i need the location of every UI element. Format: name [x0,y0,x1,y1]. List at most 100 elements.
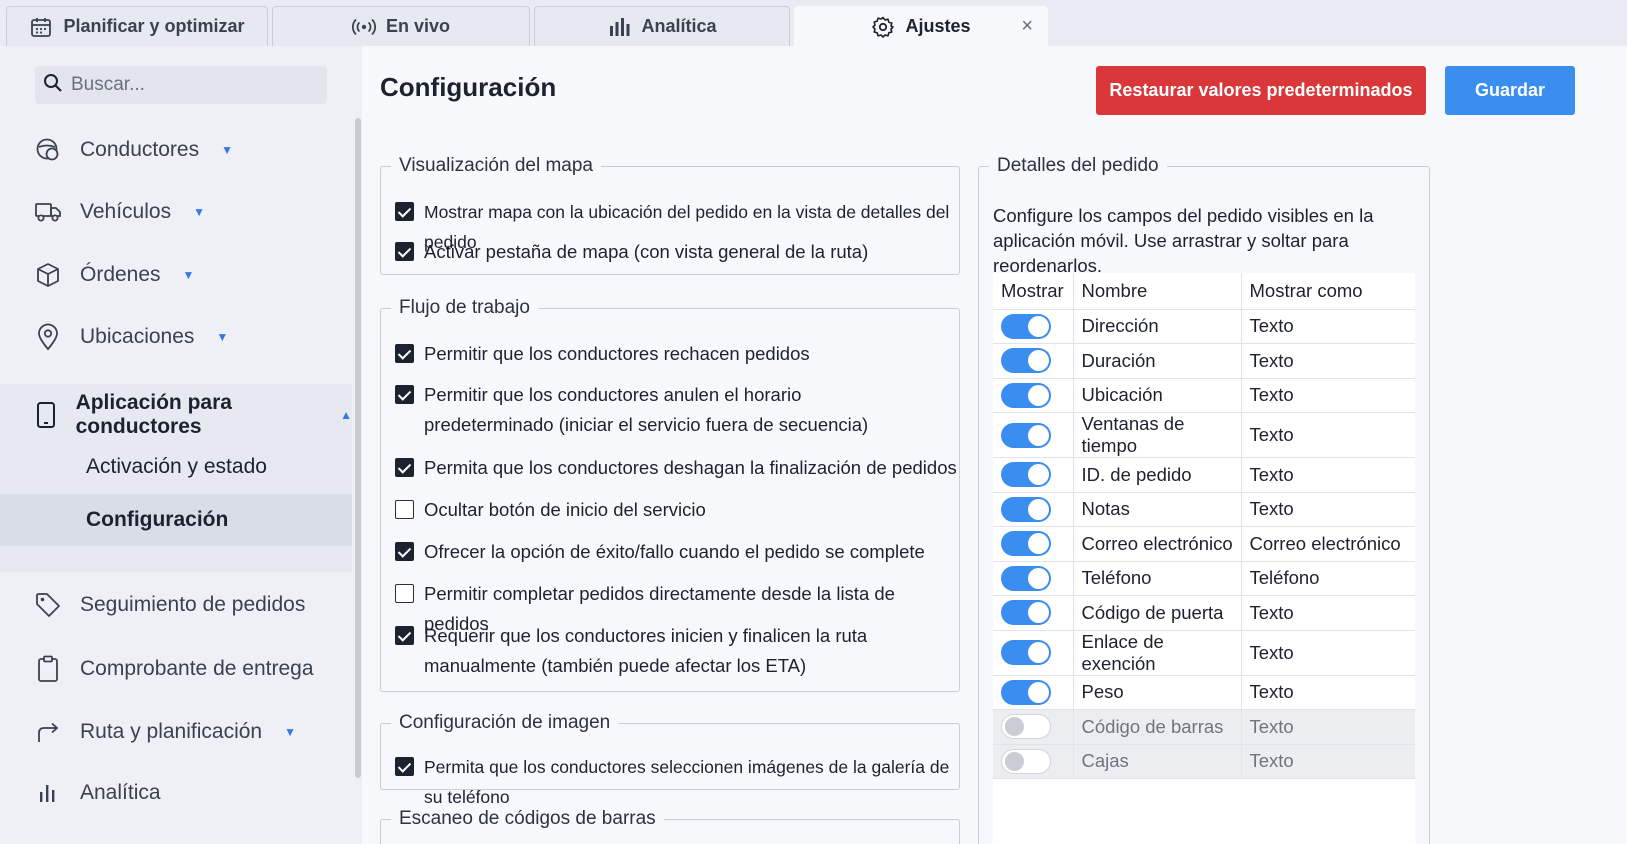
show-toggle[interactable] [1001,313,1051,339]
checkbox[interactable] [395,500,414,519]
option-undo-completion[interactable]: Permita que los conductores deshagan la … [395,453,957,483]
display-as-cell: Teléfono [1241,561,1415,596]
sidebar-item-comprobante[interactable]: Comprobante de entrega [0,642,352,696]
sidebar-subitem-activacion[interactable]: Activación y estado [0,441,352,493]
clipboard-icon [34,655,62,683]
show-toggle[interactable] [1001,748,1051,774]
table-row[interactable]: Enlace de exención Texto [993,630,1415,676]
table-row[interactable]: Correo electrónico Correo electrónico [993,526,1415,562]
display-as-cell: Texto [1241,309,1415,344]
show-toggle[interactable] [1001,496,1051,522]
sidebar-item-conductores[interactable]: Conductores ▼ [0,123,352,177]
option-hide-start-button[interactable]: Ocultar botón de inicio del servicio [395,495,706,525]
column-header[interactable]: Nombre [1073,273,1242,310]
table-row[interactable]: Cajas Texto [993,744,1415,779]
show-toggle[interactable] [1001,565,1051,591]
tab-en-vivo[interactable]: En vivo [272,6,530,46]
checkbox[interactable] [395,757,414,776]
checkbox[interactable] [395,344,414,363]
checkbox[interactable] [395,458,414,477]
show-toggle[interactable] [1001,714,1051,740]
column-header[interactable]: Mostrar como [1241,273,1415,310]
chevron-down-icon[interactable]: ▼ [183,268,195,282]
option-gallery-images[interactable]: Permita que los conductores seleccionen … [395,752,959,812]
checkbox[interactable] [395,584,414,603]
table-row[interactable]: Notas Texto [993,492,1415,527]
page-title: Configuración [380,72,557,102]
show-toggle[interactable] [1001,600,1051,626]
show-toggle[interactable] [1001,348,1051,374]
column-header[interactable]: Mostrar [993,273,1074,310]
table-row[interactable]: Código de puerta Texto [993,595,1415,631]
tab-planificar[interactable]: Planificar y optimizar [6,6,268,46]
option-map-tab[interactable]: Activar pestaña de mapa (con vista gener… [395,237,868,267]
display-as-cell: Texto [1241,492,1415,527]
sidebar-subitem-configuracion[interactable]: Configuración [0,494,352,546]
chevron-down-icon[interactable]: ▼ [221,143,233,157]
option-success-failure[interactable]: Ofrecer la opción de éxito/fallo cuando … [395,537,925,567]
field-name-cell: Cajas [1073,744,1242,779]
sidebar-item-ubicaciones[interactable]: Ubicaciones ▼ [0,310,352,364]
show-toggle[interactable] [1001,640,1051,665]
section-legend: Visualización del mapa [399,155,593,176]
gear-icon [871,15,895,39]
sidebar-item-aplicacion-conductores[interactable]: Aplicación para conductores ▲ [0,388,352,442]
display-as-cell: Texto [1241,343,1415,379]
chevron-down-icon[interactable]: ▼ [284,725,296,739]
table-row[interactable]: Código de barras Texto [993,709,1415,745]
close-icon[interactable]: × [1021,15,1033,38]
sidebar-item-ruta[interactable]: Ruta y planificación ▼ [0,705,352,759]
chevron-down-icon[interactable]: ▼ [216,330,228,344]
section-legend: Escaneo de códigos de barras [399,808,656,829]
show-cell [993,675,1074,710]
search-box[interactable] [35,66,327,104]
tab-analitica[interactable]: Analítica [534,6,790,46]
option-override-schedule[interactable]: Permitir que los conductores anulen el h… [395,380,925,440]
sidebar-item-label: Ubicaciones [80,325,195,348]
table-row[interactable]: Ubicación Texto [993,378,1415,413]
chevron-down-icon[interactable]: ▼ [193,205,205,219]
show-toggle[interactable] [1001,462,1051,488]
sidebar-item-vehiculos[interactable]: Vehículos ▼ [0,185,352,239]
steering-icon [34,136,62,164]
checkbox[interactable] [395,385,414,404]
table-row[interactable]: Teléfono Teléfono [993,561,1415,596]
checkbox[interactable] [395,242,414,261]
sidebar-scrollbar[interactable] [355,118,361,778]
table-row[interactable]: Peso Texto [993,675,1415,710]
search-input[interactable] [71,74,311,96]
order-details-section: Detalles del pedido Configure los campos… [978,155,1430,844]
show-toggle[interactable] [1001,422,1051,448]
sidebar-item-seguimiento[interactable]: Seguimiento de pedidos [0,578,352,632]
show-cell [993,630,1074,676]
option-label: Activar pestaña de mapa (con vista gener… [424,241,869,262]
chevron-up-icon[interactable]: ▲ [340,408,352,422]
table-header: Mostrar Nombre Mostrar como [993,273,1415,310]
restore-defaults-button[interactable]: Restaurar valores predeterminados [1096,66,1426,115]
field-name-cell: Ubicación [1073,378,1242,413]
order-details-description: Configure los campos del pedido visibles… [993,205,1374,276]
tab-ajustes[interactable]: Ajustes × [794,6,1048,46]
table-row[interactable]: ID. de pedido Texto [993,457,1415,493]
checkbox[interactable] [395,542,414,561]
sidebar-item-ordenes[interactable]: Órdenes ▼ [0,248,352,302]
show-cell [993,378,1074,413]
table-row[interactable]: Ventanas de tiempo Texto [993,412,1415,458]
field-name-cell: Correo electrónico [1073,526,1242,562]
barcode-section: Escaneo de códigos de barras [380,808,960,844]
option-label: Permita que los conductores seleccionen … [424,757,950,807]
tab-label: Analítica [641,16,717,36]
checkbox[interactable] [395,202,414,221]
option-manual-route[interactable]: Requerir que los conductores inicien y f… [395,621,925,681]
section-legend: Configuración de imagen [399,712,611,733]
table-row[interactable]: Dirección Texto [993,309,1415,344]
checkbox[interactable] [395,626,414,645]
show-toggle[interactable] [1001,531,1051,557]
broadcast-icon [352,15,376,39]
sidebar-item-analitica[interactable]: Analítica [0,766,352,820]
table-row[interactable]: Duración Texto [993,343,1415,379]
show-toggle[interactable] [1001,382,1051,408]
option-reject-orders[interactable]: Permitir que los conductores rechacen pe… [395,339,810,369]
save-button[interactable]: Guardar [1445,66,1575,115]
show-toggle[interactable] [1001,679,1051,705]
